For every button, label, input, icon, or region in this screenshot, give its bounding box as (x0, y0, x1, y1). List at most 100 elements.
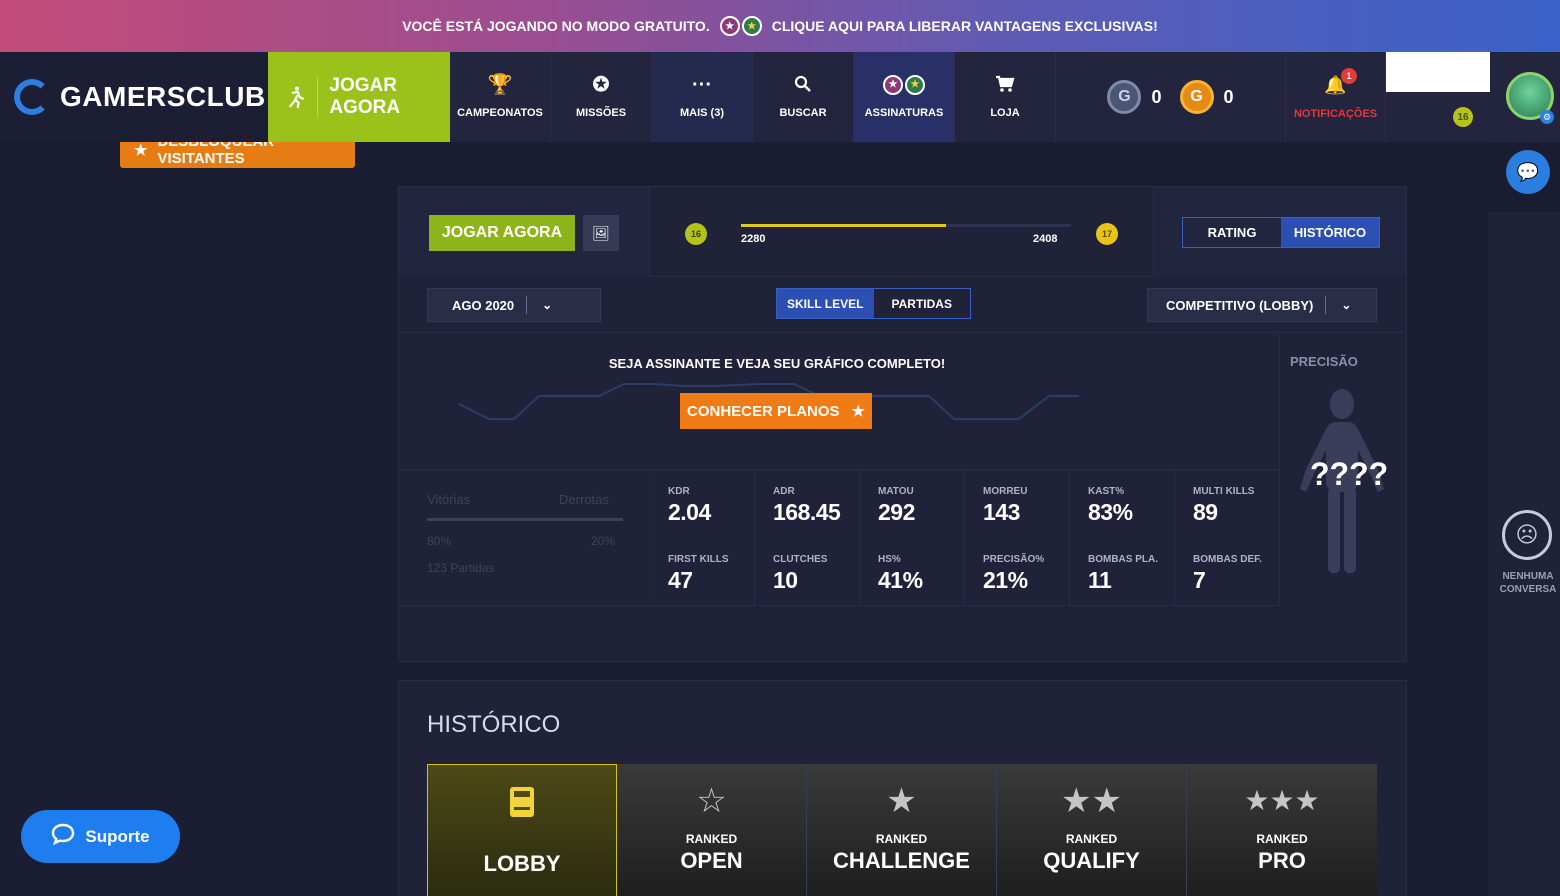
play-now-label: JOGAR AGORA (329, 75, 401, 118)
progress-bar (741, 224, 1071, 227)
tile-ranked-challenge[interactable]: ★ RANKED CHALLENGE (807, 764, 997, 896)
tile-main: QUALIFY (1043, 848, 1140, 873)
tile-main: CHALLENGE (833, 848, 970, 873)
tile-sub: RANKED (1065, 832, 1118, 846)
gold-coin-balance[interactable]: G 0 (1179, 80, 1234, 114)
see-plans-button[interactable]: CONHECER PLANOS ★ (680, 393, 872, 429)
stat-adr: ADR 168.45 (755, 470, 860, 538)
game-mode-select[interactable]: COMPETITIVO (LOBBY) ⌄ (1147, 288, 1377, 322)
tile-ranked-open[interactable]: ☆ RANKED OPEN (617, 764, 807, 896)
nav-item-assinaturas[interactable]: ★ ★ ASSINATURAS (854, 52, 955, 142)
stat-multi-kills: MULTI KILLS 89 (1175, 470, 1280, 538)
support-label: Suporte (85, 826, 150, 846)
image-button[interactable]: 🖼 (583, 215, 619, 251)
nav-item-loja[interactable]: LOJA (955, 52, 1056, 142)
gamersclub-logo-icon (14, 79, 50, 115)
nav-label: MISSÕES (575, 107, 627, 119)
three-stars-icon: ★★★ (1244, 785, 1320, 816)
gear-icon[interactable]: ⚙ (1540, 110, 1554, 124)
stat-label: FIRST KILLS (668, 554, 729, 565)
current-level-badge: 16 (685, 223, 707, 245)
promo-banner[interactable]: VOCÊ ESTÁ JOGANDO NO MODO GRATUITO. ★ ★ … (0, 0, 1560, 52)
stat-value: 7 (1193, 567, 1206, 593)
stat-label: BOMBAS DEF. (1193, 554, 1262, 565)
notifications-label: NOTIFICAÇÕES (1293, 107, 1378, 120)
silver-coin-icon: G (1107, 80, 1142, 114)
sub-badge-purple-icon: ★ (719, 16, 740, 36)
stat-label: BOMBAS PLA. (1088, 554, 1158, 565)
card-play-area: JOGAR AGORA 🖼 (399, 187, 650, 277)
star-icon: ★ (134, 142, 148, 159)
stat-label: ADR (773, 486, 795, 497)
chat-bubble-icon (51, 823, 75, 850)
wins-label: Vitórias (427, 492, 471, 507)
stat-precisao: PRECISÃO% 21% (965, 538, 1070, 606)
unlock-visitors-button[interactable]: ★ DESBLOQUEAR VISITANTES (120, 142, 355, 168)
tile-ranked-pro[interactable]: ★★★ RANKED PRO (1187, 764, 1377, 896)
silver-coin-balance[interactable]: G 0 (1107, 80, 1162, 114)
tile-sub: RANKED (1256, 832, 1308, 846)
currency-balance: G 0 G 0 (1056, 52, 1286, 142)
filter-bar: AGO 2020 ⌄ SKILL LEVEL PARTIDAS COMPETIT… (399, 278, 1406, 333)
hidden-username-box (1386, 52, 1490, 92)
play-now-separator (316, 77, 318, 117)
stat-value: 83% (1088, 499, 1133, 525)
mode-value: COMPETITIVO (LOBBY) (1166, 297, 1314, 313)
stat-label: KDR (668, 486, 690, 497)
nav-item-mais[interactable]: ··· MAIS (3) (652, 52, 753, 142)
nav-item-notificacoes[interactable]: 🔔 1 NOTIFICAÇÕES (1286, 52, 1386, 142)
stat-value: 47 (668, 567, 693, 593)
tab-partidas[interactable]: PARTIDAS (874, 289, 971, 318)
star-outline-icon: ☆ (696, 782, 727, 820)
tile-lobby[interactable]: LOBBY (427, 764, 617, 896)
tile-ranked-qualify[interactable]: ★★ RANKED QUALIFY (997, 764, 1187, 896)
tab-rating[interactable]: RATING (1183, 218, 1281, 247)
rail-top: 💬 (1488, 142, 1560, 212)
stat-label: HS% (878, 554, 901, 565)
tab-skill-level[interactable]: SKILL LEVEL (777, 289, 874, 318)
play-now-button[interactable]: JOGAR AGORA (429, 215, 575, 251)
nav-item-campeonatos[interactable]: 🏆 CAMPEONATOS (450, 52, 551, 142)
medal-icon: ✪ (592, 74, 610, 96)
tab-historico[interactable]: HISTÓRICO (1281, 218, 1379, 247)
tile-sub: RANKED (875, 832, 928, 846)
stat-value: 292 (878, 499, 915, 525)
nav-item-missoes[interactable]: ✪ MISSÕES (551, 52, 652, 142)
stat-label: PRECISÃO% (983, 554, 1045, 565)
silver-coin-value: 0 (1151, 86, 1162, 107)
star-icon: ★ (851, 403, 865, 420)
month-select[interactable]: AGO 2020 ⌄ (427, 288, 601, 322)
gold-coin-value: 0 (1223, 86, 1234, 107)
no-chat-text: NENHUMA CONVERSA (1499, 571, 1557, 595)
logo[interactable]: GAMERSCLUB (0, 52, 268, 142)
winrate-panel: Vitórias Derrotas 80% 20% 123 Partidas (399, 470, 650, 607)
losses-label: Derrotas (559, 492, 609, 507)
nav-label: CAMPEONATOS (457, 107, 543, 119)
win-pct: 80% (427, 534, 452, 548)
chat-rail: 💬 ☹ NENHUMA CONVERSA (1488, 142, 1560, 896)
nav-item-buscar[interactable]: BUSCAR (753, 52, 854, 142)
see-plans-label: CONHECER PLANOS (687, 402, 840, 420)
top-nav: GAMERSCLUB JOGAR AGORA 🏆 CAMPEONATOS ✪ M… (0, 52, 1560, 142)
new-chat-button[interactable]: 💬 (1506, 150, 1550, 194)
rating-min: 2280 (741, 233, 766, 245)
loss-pct: 20% (591, 534, 616, 548)
runner-icon (289, 86, 304, 109)
tile-sub: RANKED (685, 832, 738, 846)
stat-label: MORREU (983, 486, 1028, 497)
nav-label: MAIS (3) (680, 107, 724, 119)
stat-value: 41% (878, 567, 923, 593)
subscription-badges-icon: ★ ★ (883, 75, 925, 97)
tile-main: OPEN (680, 848, 743, 873)
stat-value: 89 (1193, 499, 1218, 525)
support-button[interactable]: Suporte (21, 810, 180, 863)
locked-chart-area: SEJA ASSINANTE E VEJA SEU GRÁFICO COMPLE… (399, 334, 1279, 469)
nav-label: BUSCAR (779, 107, 827, 119)
player-stats-card: JOGAR AGORA 🖼 16 2280 2408 17 RATING HIS… (398, 186, 1407, 662)
stat-clutches: CLUTCHES 10 (755, 538, 860, 606)
cart-icon (995, 75, 1015, 97)
nav-play-now-button[interactable]: JOGAR AGORA (268, 52, 450, 142)
star-icon: ★ (886, 782, 917, 820)
sub-badge-gold-icon: ★ (741, 16, 762, 36)
stat-hs: HS% 41% (860, 538, 965, 606)
